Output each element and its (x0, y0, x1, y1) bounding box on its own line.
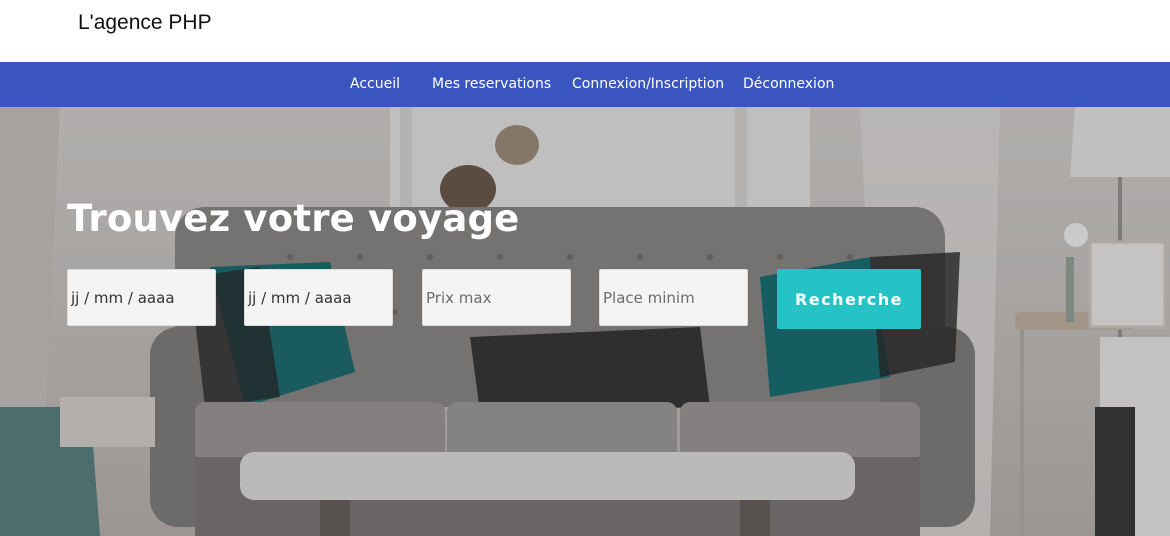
start-date-value: jj / mm / aaaa (71, 288, 175, 307)
max-price-input[interactable] (422, 269, 571, 326)
nav-link-my-reservations[interactable]: Mes reservations (432, 76, 551, 92)
nav-link-login-register[interactable]: Connexion/Inscription (572, 76, 724, 92)
hero-banner: Trouvez votre voyage jj / mm / aaaa jj /… (0, 107, 1170, 536)
end-date-input[interactable]: jj / mm / aaaa (244, 269, 393, 326)
top-header: L'agence PHP (0, 0, 1170, 62)
min-places-input[interactable] (599, 269, 748, 326)
nav-link-logout[interactable]: Déconnexion (743, 76, 834, 92)
search-button[interactable]: Recherche (777, 269, 921, 329)
nav-link-home[interactable]: Accueil (350, 76, 400, 92)
end-date-value: jj / mm / aaaa (248, 288, 352, 307)
start-date-input[interactable]: jj / mm / aaaa (67, 269, 216, 326)
site-logo-title[interactable]: L'agence PHP (78, 11, 212, 35)
hero-title: Trouvez votre voyage (67, 197, 520, 240)
main-navbar: Accueil Mes reservations Connexion/Inscr… (0, 62, 1170, 107)
